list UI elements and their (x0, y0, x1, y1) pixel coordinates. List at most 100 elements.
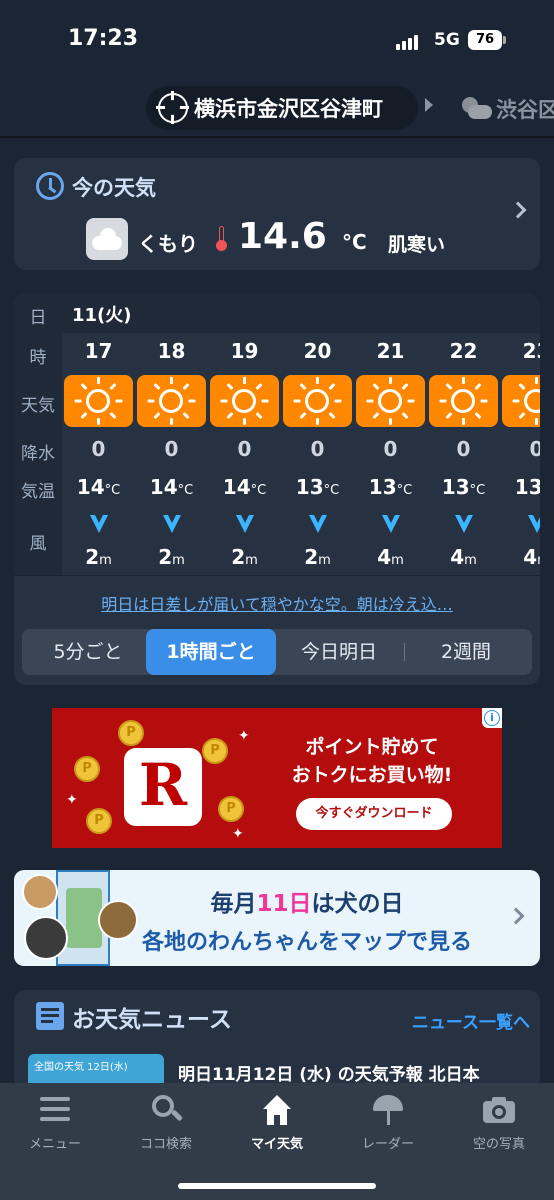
rain-value: 0 (237, 437, 252, 461)
sun-icon (502, 375, 540, 427)
tab-1hour[interactable]: 1時間ごと (146, 629, 276, 675)
wind-number: 2 (231, 545, 246, 569)
wind-arrow-down-icon (455, 515, 473, 533)
coin-icon: P (202, 738, 228, 764)
crosshair-icon (156, 91, 189, 124)
current-feel: 肌寒い (388, 234, 446, 256)
forecast-summary-link[interactable]: 明日は日差しが届いて穏やかな空。朝は冷え込… (14, 591, 540, 615)
hour-column: 20 0 13°C 2m (281, 333, 354, 575)
current-temperature: 14.6 (238, 216, 327, 257)
coin-icon: P (74, 756, 100, 782)
news-thumbnail-text: 全国の天気 12日(水) (34, 1062, 128, 1073)
next-location[interactable]: 渋谷区 (462, 94, 554, 124)
dog-day-banner[interactable]: 毎月11日は犬の日 各地のわんちゃんをマップで見る (14, 870, 540, 966)
row-label-temp: 気温 (21, 482, 55, 502)
network-type: 5G (434, 30, 460, 50)
dog-banner-line1: 毎月11日は犬の日 (124, 884, 490, 918)
header-divider (0, 136, 554, 138)
newspaper-icon (36, 1002, 64, 1030)
temp-number: 14 (222, 475, 251, 499)
hourly-forecast-card: 日 時 天気 降水 気温 風 11(火) 17 0 14°C 2m 18 0 14°C 2m 1… (14, 293, 540, 685)
tab-2weeks[interactable]: 2週間 (406, 629, 526, 675)
dog-banner-line1-pre: 毎月 (210, 891, 257, 917)
wind-number: 2 (85, 545, 100, 569)
camera-icon (482, 1093, 516, 1127)
wind-value: 2m (62, 545, 135, 569)
dog-photo (24, 916, 68, 960)
coin-icon: P (118, 720, 144, 746)
menu-icon (38, 1093, 72, 1127)
temp-unit: °C (469, 483, 486, 498)
coin-icon: P (218, 796, 244, 822)
hour-column: 23 0 13°C 4m (500, 333, 540, 575)
ad-download-button[interactable]: 今すぐダウンロード (296, 798, 452, 830)
battery-icon: 76 (468, 30, 502, 50)
sun-icon (137, 375, 206, 427)
next-location-name: 渋谷区 (496, 98, 554, 122)
news-list-link[interactable]: ニュース一覧へ (412, 1008, 530, 1033)
news-headline[interactable]: 明日11月12日 (水) の天気予報 北日本 (178, 1060, 480, 1085)
tab-sky-photos[interactable]: 空の写真 (444, 1093, 554, 1153)
hour-label: 21 (376, 339, 405, 363)
temp-value: 13°C (500, 475, 540, 499)
wind-value: 4m (427, 545, 500, 569)
home-indicator (178, 1183, 376, 1189)
hour-label: 17 (84, 339, 113, 363)
wind-unit: m (391, 553, 404, 568)
tab-5min[interactable]: 5分ごと (28, 629, 148, 675)
temp-value: 13°C (281, 475, 354, 499)
row-label-weather: 天気 (21, 396, 55, 416)
temp-value: 14°C (62, 475, 135, 499)
tab-radar-label: レーダー (361, 1137, 414, 1152)
wind-unit: m (99, 553, 112, 568)
current-location-pill[interactable]: 横浜市金沢区谷津町 (146, 86, 418, 130)
current-weather-card[interactable]: 今の天気 くもり 14.6 °C 肌寒い (14, 158, 540, 270)
tab-radar[interactable]: レーダー (333, 1093, 443, 1153)
wind-arrow-down-icon (528, 515, 540, 533)
temp-value: 14°C (208, 475, 281, 499)
dog-banner-line2: 各地のわんちゃんをマップで見る (141, 930, 472, 955)
wind-number: 2 (158, 545, 173, 569)
wind-number: 2 (304, 545, 319, 569)
wind-number: 4 (377, 545, 392, 569)
wind-value: 2m (281, 545, 354, 569)
wind-value: 2m (135, 545, 208, 569)
thermometer-icon (216, 226, 227, 251)
wind-arrow-down-icon (236, 515, 254, 533)
interval-tabs: 5分ごと 1時間ごと 今日明日 2週間 (22, 629, 532, 675)
hour-column: 22 0 13°C 4m (427, 333, 500, 575)
sparkle-icon: ✦ (232, 826, 244, 842)
ad-info-icon[interactable]: i (482, 708, 502, 728)
ad-headline-1: ポイント貯めて (305, 736, 439, 758)
sun-disc (232, 389, 256, 413)
tab-menu[interactable]: メニュー (0, 1093, 110, 1153)
clock-icon (36, 172, 64, 200)
sun-icon (429, 375, 498, 427)
wind-number: 4 (450, 545, 465, 569)
tab-menu-label: メニュー (28, 1137, 81, 1152)
chevron-right-icon (507, 907, 525, 925)
wind-unit: m (537, 553, 540, 568)
row-label-hour: 時 (29, 348, 47, 368)
hour-column: 21 0 13°C 4m (354, 333, 427, 575)
temp-unit: °C (177, 483, 194, 498)
sun-icon (64, 375, 133, 427)
sparkle-icon: ✦ (238, 728, 250, 744)
wind-value: 4m (354, 545, 427, 569)
chevron-right-icon (509, 201, 527, 219)
tab-my-weather[interactable]: マイ天気 (222, 1093, 332, 1153)
sun-icon (283, 375, 352, 427)
rakuten-ad-banner[interactable]: P P P P P ✦ ✦ ✦ R ポイント貯めて おトクにお買い物! 今すぐダ… (52, 708, 502, 848)
status-bar: 17:23 5G 76 (0, 0, 554, 80)
tab-search[interactable]: ココ検索 (111, 1093, 221, 1153)
sun-icon (210, 375, 279, 427)
tab-today-tomorrow[interactable]: 今日明日 (276, 629, 402, 675)
temp-unit: °C (396, 483, 413, 498)
sun-icon (356, 375, 425, 427)
temp-number: 13 (295, 475, 324, 499)
wind-arrow-down-icon (382, 515, 400, 533)
wind-unit: m (245, 553, 258, 568)
row-label-wind: 風 (29, 534, 47, 554)
hourly-grid[interactable]: 17 0 14°C 2m 18 0 14°C 2m 19 0 14°C 2m 20 0 13°C 2m 21 0 1… (62, 333, 540, 575)
temp-value: 14°C (135, 475, 208, 499)
